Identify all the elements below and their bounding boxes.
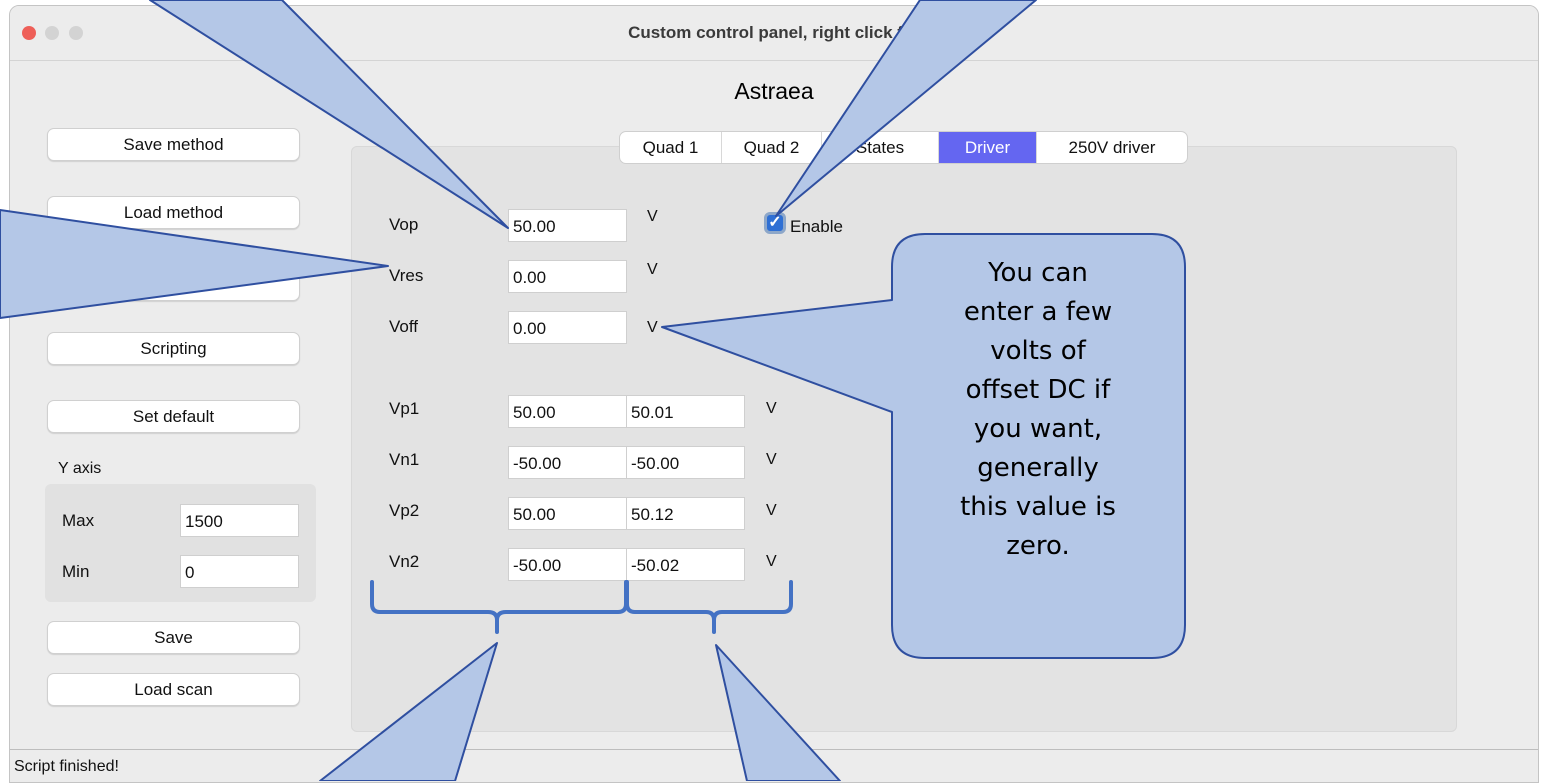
y-min-input[interactable]: 0 [180, 555, 299, 588]
voff-label: Voff [389, 317, 418, 336]
vp2-trim-input[interactable]: 50.12 [626, 497, 745, 530]
load-method-button[interactable]: Load method [47, 196, 300, 229]
vp1-input[interactable]: 50.00 [508, 395, 627, 428]
vn1-label: Vn1 [389, 450, 420, 469]
vres-label: Vres [389, 266, 424, 285]
save-button[interactable]: Save [47, 621, 300, 654]
voff-input[interactable]: 0.00 [508, 311, 627, 344]
vn2-trim-input[interactable]: -50.02 [626, 548, 745, 581]
tab-driver[interactable]: Driver [939, 132, 1037, 163]
y-min-label: Min [62, 562, 90, 581]
vp2-unit: V [766, 502, 777, 519]
y-max-label: Max [62, 511, 95, 530]
tab-bar: Quad 1 Quad 2 States Driver 250V driver [619, 131, 1188, 164]
vp2-input[interactable]: 50.00 [508, 497, 627, 530]
tab-states[interactable]: States [822, 132, 939, 163]
load-scan-button[interactable]: Load scan [47, 673, 300, 706]
save-method-button[interactable]: Save method [47, 128, 300, 161]
vn2-label: Vn2 [389, 552, 420, 571]
vn2-input[interactable]: -50.00 [508, 548, 627, 581]
vop-unit: V [647, 208, 658, 225]
status-text: Script finished! [14, 758, 119, 775]
callout-offset-text: You can enter a few volts of offset DC i… [960, 258, 1116, 561]
vres-unit: V [647, 261, 658, 278]
tab-250v-driver[interactable]: 250V driver [1037, 132, 1187, 163]
y-max-input[interactable]: 1500 [180, 504, 299, 537]
window-title: Custom control panel, right click for [628, 23, 920, 42]
vp1-unit: V [766, 400, 777, 417]
vop-label: Vop [389, 215, 419, 234]
hidden-sidebar-button[interactable] [47, 268, 300, 301]
y-axis-label: Y axis [58, 460, 102, 477]
vp1-trim-input[interactable]: 50.01 [626, 395, 745, 428]
enable-label: Enable [790, 217, 843, 236]
tab-quad-1[interactable]: Quad 1 [620, 132, 722, 163]
enable-checkbox[interactable]: ✓ [764, 212, 786, 234]
scripting-button[interactable]: Scripting [47, 332, 300, 365]
voff-unit: V [647, 319, 658, 336]
vn1-input[interactable]: -50.00 [508, 446, 627, 479]
vn1-unit: V [766, 451, 777, 468]
vp1-label: Vp1 [389, 399, 420, 418]
app-name-heading: Astraea [734, 78, 814, 104]
vn2-unit: V [766, 553, 777, 570]
vres-input[interactable]: 0.00 [508, 260, 627, 293]
set-default-button[interactable]: Set default [47, 400, 300, 433]
vop-input[interactable]: 50.00 [508, 209, 627, 242]
title-bar: Custom control panel, right click for [10, 6, 1538, 61]
vp2-label: Vp2 [389, 501, 420, 520]
tab-quad-2[interactable]: Quad 2 [722, 132, 822, 163]
vn1-trim-input[interactable]: -50.00 [626, 446, 745, 479]
app-window: Custom control panel, right click for As… [9, 5, 1539, 783]
status-bar: Script finished! [10, 749, 1538, 782]
